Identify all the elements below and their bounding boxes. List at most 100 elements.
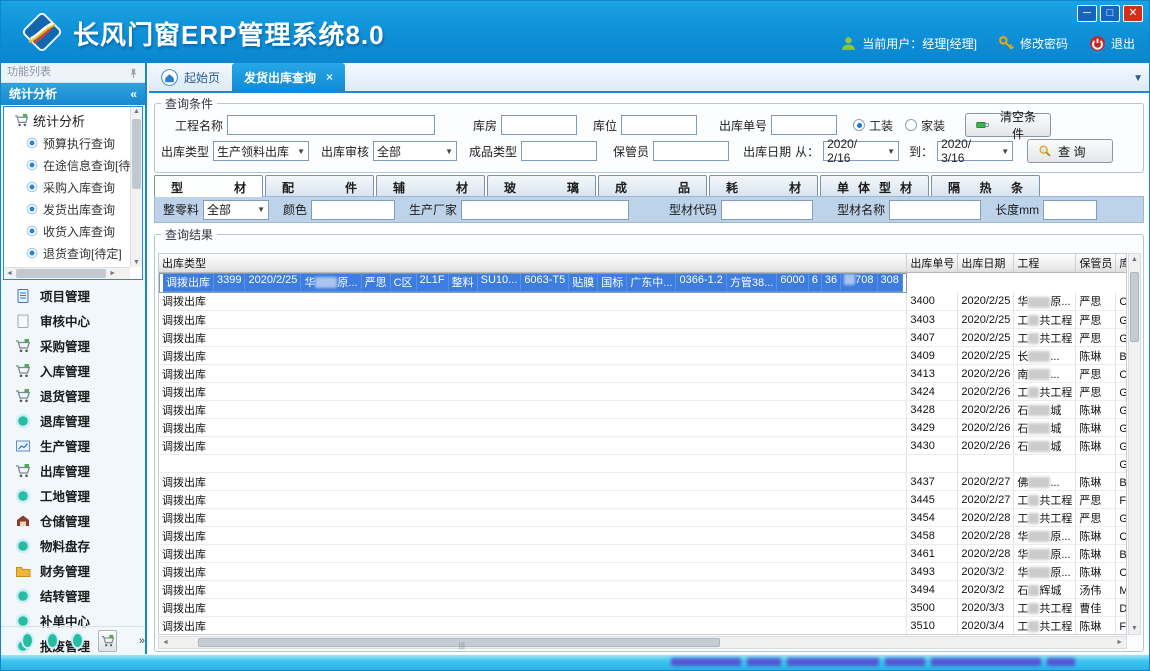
scroll-up-icon[interactable]: ▲ [131, 108, 142, 115]
sidebar-item-warehouse-management[interactable]: 仓储管理 [1, 508, 145, 533]
product-type-input[interactable] [521, 141, 597, 161]
grid-horizontal-scrollbar[interactable]: ◄ ||| ► [158, 636, 1127, 649]
tab-outbound-query[interactable]: 发货出库查询 × [232, 63, 345, 91]
date-to-select[interactable]: 2020/ 3/16▼ [937, 141, 1013, 161]
grid-column-header[interactable]: 库房 [1116, 254, 1127, 272]
table-row[interactable]: 调拨出库34242020/2/26工共工程严思G区1L1F整料光身料6063-T… [159, 383, 1127, 401]
more-chevron-icon[interactable]: » [139, 635, 145, 647]
tree-item-5[interactable]: 退货查询[待定] [4, 242, 142, 264]
table-row[interactable]: 调拨出库34582020/2/28华原...陈琳C区4L1F整料光身料6063-… [159, 527, 1127, 545]
tree-horizontal-scrollbar[interactable]: ◄ ► [4, 267, 130, 279]
sidebar-item-purchase-management[interactable]: 采购管理 [1, 333, 145, 358]
cart-toolbar-button[interactable] [98, 630, 117, 652]
sidebar-item-outbound-management[interactable]: 出库管理 [1, 458, 145, 483]
tree-root-stats[interactable]: 统计分析 [4, 107, 142, 132]
material-tab-3[interactable]: 玻璃 [487, 175, 596, 196]
whole-part-select[interactable]: 全部▼ [203, 200, 269, 220]
keeper-input[interactable] [653, 141, 729, 161]
outbound-type-select[interactable]: 生产领料出库▼ [213, 141, 309, 161]
grid-column-header[interactable]: 出库日期 [958, 254, 1014, 272]
material-tab-7[interactable]: 隔热条 [931, 175, 1040, 196]
table-row[interactable]: 调拨出库34002020/2/25华原...严思C区4L1F整料SU10...6… [159, 293, 1127, 311]
logout-button[interactable]: 退出 [1089, 35, 1135, 52]
sidebar-item-material-inventory[interactable]: 物料盘存 [1, 533, 145, 558]
minimize-button[interactable]: ─ [1077, 5, 1097, 22]
profile-name-input[interactable] [889, 200, 981, 220]
sidebar-item-return-warehouse-management[interactable]: 退库管理 [1, 408, 145, 433]
pin-icon[interactable] [128, 67, 139, 78]
warehouse-input[interactable] [501, 115, 577, 135]
material-tab-4[interactable]: 成品 [598, 175, 707, 196]
table-row[interactable]: G区3L3F整料KLM38176063-T5贴膜国标山东华...GA90M09.… [159, 455, 1127, 473]
table-row[interactable]: 调拨出库35102020/3/4工共工程陈琳F区5R1F整料光身料6063-T5… [159, 617, 1127, 635]
scroll-right-icon[interactable]: ► [1116, 639, 1123, 646]
location-input[interactable] [621, 115, 697, 135]
tab-home[interactable]: 起始页 [149, 63, 232, 91]
sidebar-item-project-management[interactable]: 项目管理 [1, 283, 145, 308]
grid-column-header[interactable]: 工程 [1014, 254, 1076, 272]
grid-column-header[interactable]: 出库单号 [907, 254, 958, 272]
profile-code-input[interactable] [721, 200, 813, 220]
material-tab-5[interactable]: 耗材 [709, 175, 818, 196]
length-input[interactable] [1043, 200, 1097, 220]
table-row[interactable]: 调拨出库34282020/2/26石城陈琳G区2L4F整料KLM38176063… [159, 401, 1127, 419]
tree-item-4[interactable]: 收货入库查询 [4, 220, 142, 242]
manufacturer-input[interactable] [461, 200, 629, 220]
sidebar-item-finance-management[interactable]: 财务管理 [1, 558, 145, 583]
grid-vertical-scrollbar[interactable]: ▲ ▼ [1128, 253, 1141, 635]
scroll-left-icon[interactable]: ◄ [6, 270, 13, 277]
table-row[interactable]: 调拨出库34132020/2/26南...严思C区5R3F整料G71422606… [159, 365, 1127, 383]
tab-close-icon[interactable]: × [326, 70, 333, 84]
collapse-icon[interactable]: « [130, 83, 137, 105]
table-row[interactable]: 调拨出库35122020/3/4工共工程陈琳F区1L2F整料光身料6063-T5… [159, 635, 1127, 636]
material-tab-6[interactable]: 单体型材 [820, 175, 929, 196]
scroll-up-icon[interactable]: ▲ [1129, 256, 1140, 263]
material-tab-2[interactable]: 辅材 [376, 175, 485, 196]
table-row[interactable]: 调拨出库34372020/2/27佛...陈琳B区3R6F整料PW056063-… [159, 473, 1127, 491]
table-row[interactable]: 调拨出库34942020/3/2石辉城汤伟M区5R1F整料光身料6063-T5贴… [159, 581, 1127, 599]
search-button[interactable]: 查 询 [1027, 139, 1113, 163]
material-tab-1[interactable]: 配件 [265, 175, 374, 196]
table-row[interactable]: 调拨出库34032020/2/25工共工程严思G区1R1F整料光身料6063-T… [159, 311, 1127, 329]
table-row[interactable]: 调拨出库34542020/2/28工共工程严思G区1R1F整料光身料6063-T… [159, 509, 1127, 527]
scroll-right-icon[interactable]: ► [109, 270, 116, 277]
date-from-select[interactable]: 2020/ 2/16▼ [823, 141, 899, 161]
table-row[interactable]: 调拨出库34452020/2/27工共工程严思F区5R1F整料光身料6063-T… [159, 491, 1127, 509]
circle-icon[interactable] [23, 634, 32, 647]
table-row[interactable]: 调拨出库34292020/2/26石城陈琳G区5R2F整料KLM38176063… [159, 419, 1127, 437]
sidebar-item-returns-management[interactable]: 退货管理 [1, 383, 145, 408]
change-password-button[interactable]: 修改密码 [998, 35, 1068, 52]
table-row[interactable]: 调拨出库34932020/3/2华原...陈琳C区1L1F整料黑色塑料不贴膜国标… [159, 563, 1127, 581]
tree-item-1[interactable]: 在途信息查询[待 [4, 154, 142, 176]
tree-vertical-scrollbar[interactable]: ▲ ▼ [130, 107, 142, 267]
table-row[interactable]: 调拨出库34092020/2/25长...陈琳B区2R5F整料LI35HD606… [159, 347, 1127, 365]
material-tab-0[interactable]: 型材 [154, 175, 263, 197]
circle-icon[interactable] [73, 634, 82, 647]
tree-item-2[interactable]: 采购入库查询 [4, 176, 142, 198]
tree-item-0[interactable]: 预算执行查询 [4, 132, 142, 154]
order-no-input[interactable] [771, 115, 837, 135]
grid-column-header[interactable]: 出库类型 [159, 254, 907, 272]
sidebar-item-site-management[interactable]: 工地管理 [1, 483, 145, 508]
radio-engineering[interactable]: 工装 [853, 117, 893, 134]
table-row[interactable]: 调拨出库35002020/3/3工共工程曹佳D区3L1F整料LT3P606063… [159, 599, 1127, 617]
circle-icon[interactable] [48, 634, 57, 647]
maximize-button[interactable]: □ [1100, 5, 1120, 22]
table-row[interactable]: 调拨出库33992020/2/25华原...严思C区2L1F整料SU10...6… [159, 273, 907, 293]
close-button[interactable]: ✕ [1123, 5, 1143, 22]
radio-home-decor[interactable]: 家装 [905, 117, 945, 134]
scroll-down-icon[interactable]: ▼ [1129, 625, 1140, 632]
tree-item-3[interactable]: 发货出库查询 [4, 198, 142, 220]
audit-select[interactable]: 全部▼ [373, 141, 457, 161]
sidebar-item-inbound-management[interactable]: 入库管理 [1, 358, 145, 383]
scroll-left-icon[interactable]: ◄ [162, 639, 169, 646]
tab-overflow-icon[interactable]: ▼ [1133, 73, 1143, 84]
table-row[interactable]: 调拨出库34302020/2/26石城陈琳G区3L3F整料KLM38176063… [159, 437, 1127, 455]
color-input[interactable] [311, 200, 395, 220]
table-row[interactable]: 调拨出库34072020/2/25工共工程严思G区1L1F整料光身料6063-T… [159, 329, 1127, 347]
table-row[interactable]: 调拨出库34612020/2/28华原...陈琳B区1R2F整料F8877FT6… [159, 545, 1127, 563]
section-header-stats[interactable]: 统计分析 « [1, 83, 145, 105]
sidebar-item-production-management[interactable]: 生产管理 [1, 433, 145, 458]
project-name-input[interactable] [227, 115, 435, 135]
scroll-down-icon[interactable]: ▼ [131, 259, 142, 266]
